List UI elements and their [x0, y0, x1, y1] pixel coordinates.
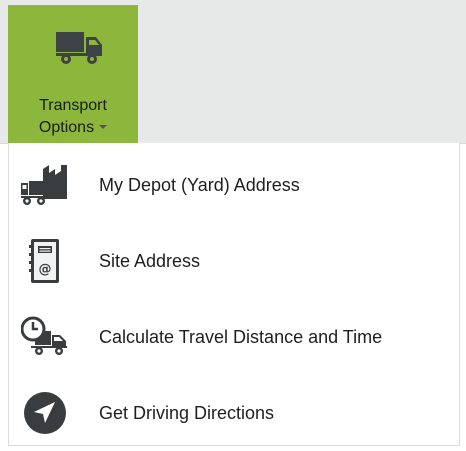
- dropdown-arrow-icon: [99, 124, 108, 129]
- menu-item-driving-directions-label: Get Driving Directions: [99, 403, 275, 423]
- menu-item-site-address[interactable]: @ Site Address: [9, 231, 459, 291]
- menu-item-site-address-label: Site Address: [99, 251, 201, 271]
- transport-options-label-line1: Transport: [39, 97, 107, 114]
- clock-truck-icon: [21, 315, 69, 359]
- menu-item-travel-distance-label: Calculate Travel Distance and Time: [99, 327, 383, 347]
- transport-options-menu: My Depot (Yard) Address @ Site Address C…: [8, 143, 460, 446]
- menu-item-travel-distance[interactable]: Calculate Travel Distance and Time: [9, 307, 459, 367]
- transport-options-button[interactable]: Transport Options: [8, 5, 138, 143]
- depot-factory-truck-icon: [21, 163, 69, 207]
- menu-item-depot-address[interactable]: My Depot (Yard) Address: [9, 155, 459, 215]
- navigation-arrow-icon: [21, 391, 69, 435]
- svg-text:@: @: [39, 262, 52, 277]
- transport-options-label-text: Options: [38, 119, 95, 136]
- address-book-icon: @: [21, 239, 69, 283]
- truck-icon: [54, 27, 104, 67]
- transport-options-label-line2: Options: [8, 118, 138, 137]
- menu-item-depot-address-label: My Depot (Yard) Address: [99, 175, 300, 195]
- menu-item-driving-directions[interactable]: Get Driving Directions: [9, 383, 459, 443]
